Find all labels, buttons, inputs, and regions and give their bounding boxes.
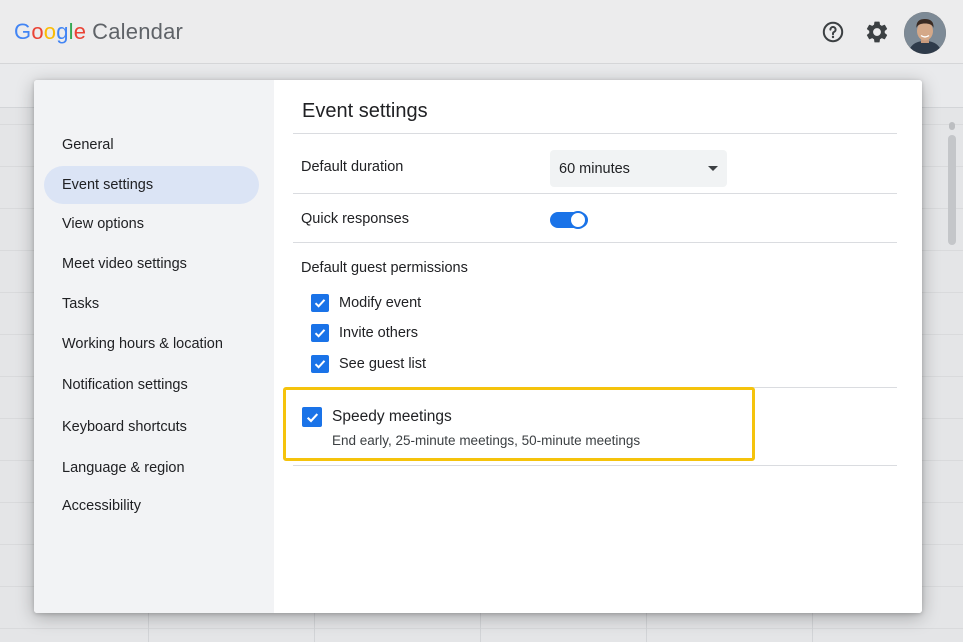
app-header: Google Calendar: [0, 0, 963, 64]
sidebar-item-general[interactable]: General: [44, 126, 259, 164]
divider: [293, 133, 897, 134]
logo-letter: e: [73, 19, 87, 44]
settings-button[interactable]: [863, 18, 891, 46]
user-avatar[interactable]: [904, 12, 946, 54]
quick-responses-toggle[interactable]: [550, 210, 588, 230]
modify-event-label: Modify event: [339, 295, 422, 311]
divider: [293, 465, 897, 466]
sidebar-item-accessibility[interactable]: Accessibility: [44, 487, 259, 525]
see-guest-list-checkbox[interactable]: [311, 355, 329, 373]
checkmark-icon: [314, 360, 326, 369]
sidebar-item-meet-video-settings[interactable]: Meet video settings: [44, 245, 259, 283]
gear-icon: [866, 21, 888, 43]
sidebar-item-notification-settings[interactable]: Notification settings: [44, 366, 259, 404]
sidebar-item-event-settings[interactable]: Event settings: [44, 166, 259, 204]
checkmark-icon: [306, 412, 318, 422]
guest-permissions-label: Default guest permissions: [301, 260, 468, 276]
settings-sidebar: General Event settings View options Meet…: [34, 80, 274, 613]
sidebar-item-tasks[interactable]: Tasks: [44, 285, 259, 323]
checkmark-icon: [314, 329, 326, 338]
checkmark-icon: [314, 299, 326, 308]
avatar-photo-icon: [904, 12, 946, 54]
scroll-up-arrow[interactable]: [949, 122, 955, 130]
logo-letter: o: [43, 19, 57, 44]
logo-product-name: Calendar: [92, 19, 184, 44]
sidebar-item-view-options[interactable]: View options: [44, 205, 259, 243]
event-settings-panel: Event settings Default duration 60 minut…: [274, 80, 922, 613]
speedy-meetings-option[interactable]: Speedy meetings: [302, 406, 452, 428]
help-button[interactable]: [819, 18, 847, 46]
help-circle-icon: [822, 21, 844, 43]
background-scrollbar[interactable]: [948, 135, 956, 245]
sidebar-item-language-region[interactable]: Language & region: [44, 449, 259, 487]
google-calendar-logo[interactable]: Google Calendar: [14, 19, 183, 45]
page-title: Event settings: [302, 100, 428, 122]
see-guest-list-label: See guest list: [339, 356, 427, 372]
default-duration-select[interactable]: 60 minutes: [550, 150, 727, 187]
sidebar-item-working-hours[interactable]: Working hours & location: [44, 325, 259, 363]
default-duration-label: Default duration: [301, 159, 404, 175]
logo-letter: G: [14, 19, 32, 44]
settings-dialog: General Event settings View options Meet…: [34, 80, 922, 613]
divider: [293, 242, 897, 243]
speedy-meetings-checkbox[interactable]: [302, 407, 322, 427]
sidebar-item-keyboard-shortcuts[interactable]: Keyboard shortcuts: [44, 408, 259, 446]
toggle-knob: [569, 211, 587, 229]
quick-responses-label: Quick responses: [301, 211, 409, 227]
see-guest-list-option[interactable]: See guest list: [311, 354, 426, 374]
dropdown-arrow-icon: [708, 166, 718, 171]
logo-letter: o: [31, 19, 44, 44]
invite-others-option[interactable]: Invite others: [311, 323, 418, 343]
modify-event-option[interactable]: Modify event: [311, 293, 421, 313]
divider: [293, 193, 897, 194]
invite-others-checkbox[interactable]: [311, 324, 329, 342]
speedy-meetings-label: Speedy meetings: [332, 408, 452, 425]
logo-letter: g: [56, 19, 69, 44]
default-duration-value: 60 minutes: [559, 160, 630, 177]
invite-others-label: Invite others: [339, 325, 418, 341]
modify-event-checkbox[interactable]: [311, 294, 329, 312]
speedy-meetings-description: End early, 25-minute meetings, 50-minute…: [332, 433, 641, 448]
